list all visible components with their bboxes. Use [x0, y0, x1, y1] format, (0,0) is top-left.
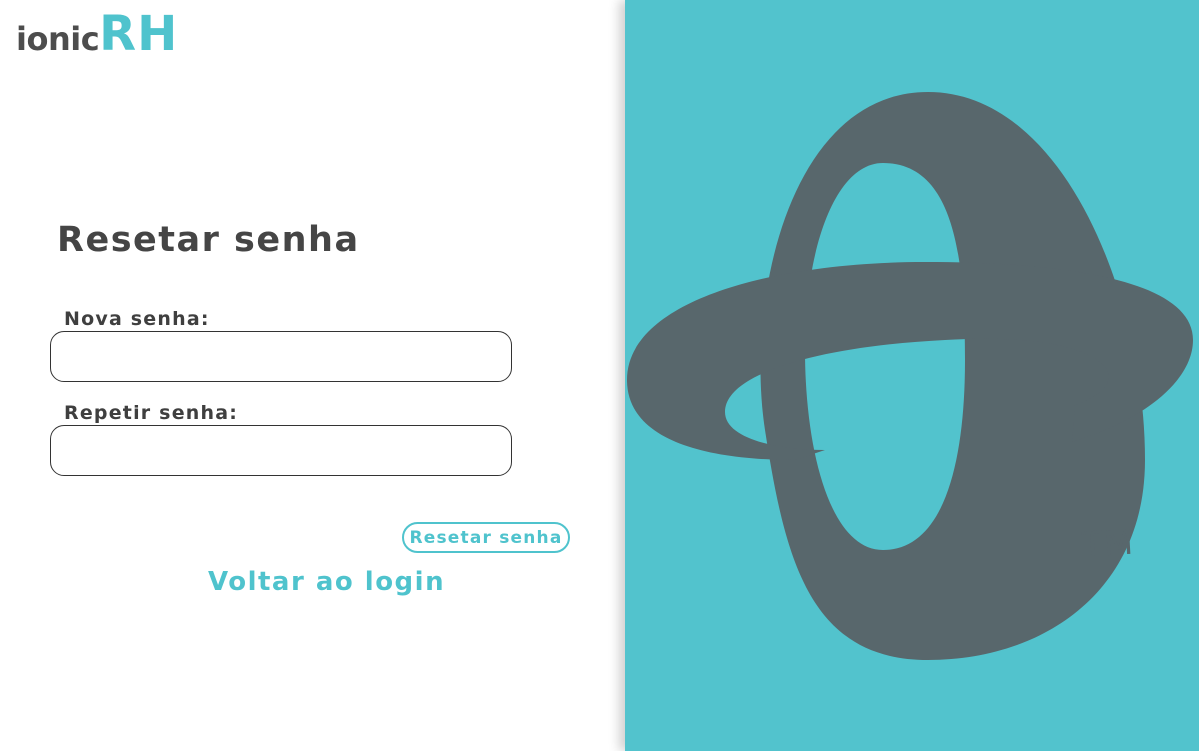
form-panel: ionicRH Resetar senha Nova senha: Repeti… [0, 0, 625, 751]
new-password-label: Nova senha: [64, 308, 210, 330]
page-title: Resetar senha [57, 220, 360, 260]
trademark-mark: TM [1080, 522, 1136, 566]
back-to-login-link[interactable]: Voltar ao login [208, 567, 445, 597]
brand-suffix: RH [99, 6, 179, 62]
reset-password-page: ionicRH Resetar senha Nova senha: Repeti… [0, 0, 1199, 751]
hero-panel: TM [625, 0, 1199, 751]
repeat-password-label: Repetir senha: [64, 402, 239, 424]
brand-prefix: ionic [16, 20, 100, 58]
repeat-password-input[interactable] [50, 425, 512, 476]
brand-logo: ionicRH [16, 10, 178, 58]
reset-password-button[interactable]: Resetar senha [402, 522, 570, 553]
new-password-input[interactable] [50, 331, 512, 382]
orbit-logo-icon [627, 92, 1193, 660]
